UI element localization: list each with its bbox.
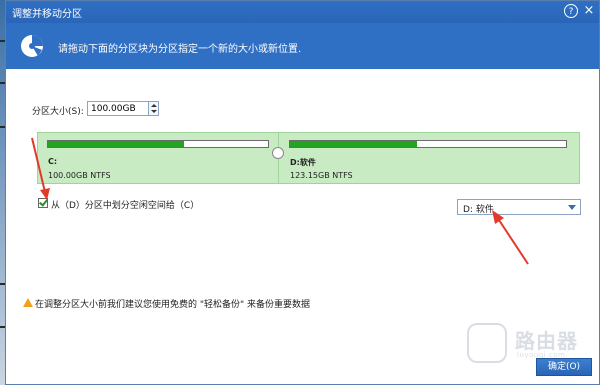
- title-bar: 调整并移动分区 ? ×: [6, 1, 599, 23]
- stepper-down-icon[interactable]: [151, 110, 157, 113]
- usage-bar: [289, 140, 567, 148]
- resize-move-dialog: 调整并移动分区 ? × 请拖动下面的分区块为分区指定一个新的大小或新位置. 分区…: [5, 0, 600, 385]
- help-icon[interactable]: ?: [564, 4, 578, 18]
- warning-text: 在调整分区大小前我们建议您使用免费的 "轻松备份" 来备份重要数据: [35, 300, 311, 310]
- chevron-down-icon[interactable]: [568, 205, 576, 210]
- banner-text: 请拖动下面的分区块为分区指定一个新的大小或新位置.: [58, 44, 302, 55]
- partition-block-c[interactable]: C: 100.00GB NTFS: [38, 133, 279, 183]
- annotation-arrow: [492, 210, 529, 265]
- usage-fill: [48, 141, 185, 147]
- partition-block-d[interactable]: D:软件 123.15GB NTFS: [280, 133, 579, 183]
- partition-info: 123.15GB NTFS: [290, 171, 353, 180]
- pie-chart-icon: [21, 35, 43, 57]
- partition-name: D:软件: [290, 158, 316, 167]
- window-title: 调整并移动分区: [12, 9, 82, 20]
- warning-icon: [23, 298, 33, 307]
- stepper-up-icon[interactable]: [151, 104, 157, 107]
- annotation-arrow: [31, 137, 50, 200]
- usage-fill: [290, 141, 417, 147]
- close-icon[interactable]: ×: [582, 4, 596, 18]
- partition-size-stepper[interactable]: [149, 101, 159, 116]
- partition-size-input[interactable]: [87, 101, 149, 116]
- allocate-free-space-label[interactable]: 从（D）分区中划分空闲空间给（C）: [51, 198, 199, 211]
- partition-map[interactable]: C: 100.00GB NTFS D:软件 123.15GB NTFS: [37, 132, 580, 184]
- instruction-banner: 请拖动下面的分区块为分区指定一个新的大小或新位置.: [6, 23, 599, 69]
- usage-bar: [47, 140, 269, 148]
- resize-handle[interactable]: [272, 147, 284, 159]
- watermark-text: 路由器: [515, 329, 578, 353]
- partition-size-label: 分区大小(S):: [32, 107, 84, 117]
- ok-button[interactable]: 确定(O): [536, 358, 592, 376]
- router-logo-icon: [467, 323, 507, 363]
